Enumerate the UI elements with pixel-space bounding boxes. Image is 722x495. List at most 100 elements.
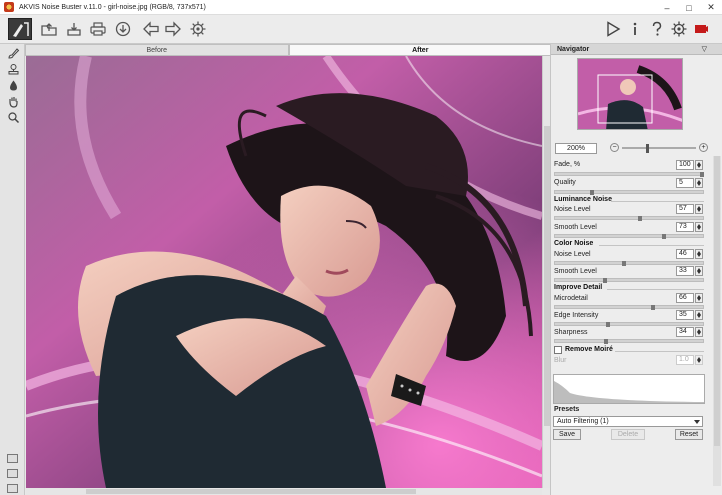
hand-tool-icon[interactable] xyxy=(7,95,20,108)
color-noise-title: Color Noise xyxy=(554,240,594,247)
luminance-noise-title: Luminance Noise xyxy=(554,196,612,203)
save-preset-button[interactable]: Save xyxy=(553,429,581,440)
horizontal-scroll-thumb[interactable] xyxy=(86,489,416,494)
preferences-icon[interactable] xyxy=(670,20,688,38)
color-smooth-level-field[interactable]: 33 xyxy=(676,266,694,276)
open-icon[interactable] xyxy=(40,20,58,38)
view-compare-icon[interactable] xyxy=(7,484,18,493)
blur-spinner[interactable] xyxy=(695,355,703,365)
sharpness-field[interactable]: 34 xyxy=(676,327,694,337)
print-icon[interactable] xyxy=(89,20,107,38)
luminance-noise-level-slider[interactable] xyxy=(554,216,704,221)
quality-field[interactable]: 5 xyxy=(676,178,694,188)
presets-select[interactable]: Auto Filtering (1) xyxy=(553,416,703,427)
edge-intensity-slider[interactable] xyxy=(554,322,704,327)
minimize-button[interactable]: – xyxy=(656,0,678,15)
panel-scroll-thumb[interactable] xyxy=(714,156,720,446)
toolbar xyxy=(0,15,722,44)
color-noise-level-slider[interactable] xyxy=(554,261,704,266)
edge-intensity-field[interactable]: 35 xyxy=(676,310,694,320)
navigator-header: Navigator ▽ xyxy=(551,44,722,55)
info-icon[interactable] xyxy=(626,20,644,38)
brush-tool-icon[interactable] xyxy=(7,47,20,60)
color-smooth-level-label: Smooth Level xyxy=(554,268,597,275)
microdetail-field[interactable]: 66 xyxy=(676,293,694,303)
sharpness-spinner[interactable] xyxy=(695,327,703,337)
photo-image xyxy=(26,56,542,488)
remove-moire-checkbox[interactable] xyxy=(554,346,562,354)
microdetail-knob[interactable] xyxy=(651,305,655,310)
reset-button[interactable]: Reset xyxy=(675,429,703,440)
collapse-icon[interactable]: ▽ xyxy=(702,44,707,55)
run-icon[interactable] xyxy=(604,20,622,38)
zoom-tool-icon[interactable] xyxy=(7,111,20,124)
undo-icon[interactable] xyxy=(142,20,160,38)
zoom-slider-knob[interactable] xyxy=(646,144,649,153)
luminance-noise-level-spinner[interactable] xyxy=(695,204,703,214)
panel-scrollbar[interactable] xyxy=(713,156,721,486)
title-bar: AKVIS Noise Buster v.11.0 - girl-noise.j… xyxy=(0,0,722,15)
luminance-smooth-level-knob[interactable] xyxy=(662,234,666,239)
quality-slider[interactable] xyxy=(554,190,704,195)
window-controls: – □ ✕ xyxy=(656,0,722,15)
sharpness-label: Sharpness xyxy=(554,329,588,336)
color-noise-divider xyxy=(599,245,704,246)
microdetail-spinner[interactable] xyxy=(695,293,703,303)
stamp-tool-icon[interactable] xyxy=(7,63,20,76)
view-tabs: Before After xyxy=(25,44,552,56)
microdetail-slider[interactable] xyxy=(554,305,704,310)
fade-slider-knob[interactable] xyxy=(700,172,704,177)
fade-slider[interactable] xyxy=(554,172,704,177)
tab-after[interactable]: After xyxy=(288,44,552,56)
luminance-smooth-level-spinner[interactable] xyxy=(695,222,703,232)
zoom-field[interactable]: 200% xyxy=(555,143,597,154)
luminance-noise-level-field[interactable]: 57 xyxy=(676,204,694,214)
color-smooth-level-knob[interactable] xyxy=(603,278,607,283)
view-single-icon[interactable] xyxy=(7,454,18,463)
drop-tool-icon[interactable] xyxy=(7,79,20,92)
help-icon[interactable] xyxy=(648,20,666,38)
blur-field[interactable]: 1.0 xyxy=(676,355,694,365)
color-noise-level-knob[interactable] xyxy=(622,261,626,266)
fade-spinner[interactable] xyxy=(695,160,703,170)
luminance-smooth-level-slider[interactable] xyxy=(554,234,704,239)
zoom-row: 200% − + xyxy=(553,143,721,155)
tab-before[interactable]: Before xyxy=(25,44,289,56)
red-indicator-icon[interactable] xyxy=(692,20,710,38)
color-noise-level-field[interactable]: 46 xyxy=(676,249,694,259)
quality-spinner[interactable] xyxy=(695,178,703,188)
image-canvas[interactable] xyxy=(26,56,542,488)
fade-field[interactable]: 100 xyxy=(676,160,694,170)
sharpness-slider[interactable] xyxy=(554,339,704,344)
sharpness-knob[interactable] xyxy=(604,339,608,344)
luminance-noise-level-knob[interactable] xyxy=(638,216,642,221)
maximize-button[interactable]: □ xyxy=(678,0,700,15)
canvas-vertical-scrollbar[interactable] xyxy=(542,56,550,488)
color-smooth-level-spinner[interactable] xyxy=(695,266,703,276)
share-icon[interactable] xyxy=(114,20,132,38)
navigator-preview[interactable] xyxy=(577,58,683,130)
close-button[interactable]: ✕ xyxy=(700,0,722,15)
save-icon[interactable] xyxy=(65,20,83,38)
blur-label: Blur xyxy=(554,357,567,364)
luminance-smooth-level-field[interactable]: 73 xyxy=(676,222,694,232)
color-smooth-level-slider[interactable] xyxy=(554,278,704,283)
color-noise-level-label: Noise Level xyxy=(554,251,591,258)
settings-gear-icon[interactable] xyxy=(189,20,207,38)
improve-detail-title: Improve Detail xyxy=(554,284,603,291)
luminance-smooth-level-label: Smooth Level xyxy=(554,224,597,231)
zoom-slider[interactable] xyxy=(622,144,696,153)
delete-preset-button[interactable]: Delete xyxy=(611,429,645,440)
zoom-in-button[interactable]: + xyxy=(699,143,708,152)
settings-panel: Navigator ▽ 200% − + Fade, % 100 Quality… xyxy=(550,44,722,495)
view-split-icon[interactable] xyxy=(7,469,18,478)
improve-detail-divider xyxy=(607,289,704,290)
presets-title: Presets xyxy=(554,406,580,413)
color-noise-level-spinner[interactable] xyxy=(695,249,703,259)
quality-slider-knob[interactable] xyxy=(590,190,594,195)
edge-intensity-knob[interactable] xyxy=(606,322,610,327)
edge-intensity-spinner[interactable] xyxy=(695,310,703,320)
redo-icon[interactable] xyxy=(164,20,182,38)
zoom-out-button[interactable]: − xyxy=(610,143,619,152)
canvas-horizontal-scrollbar[interactable] xyxy=(26,488,542,495)
